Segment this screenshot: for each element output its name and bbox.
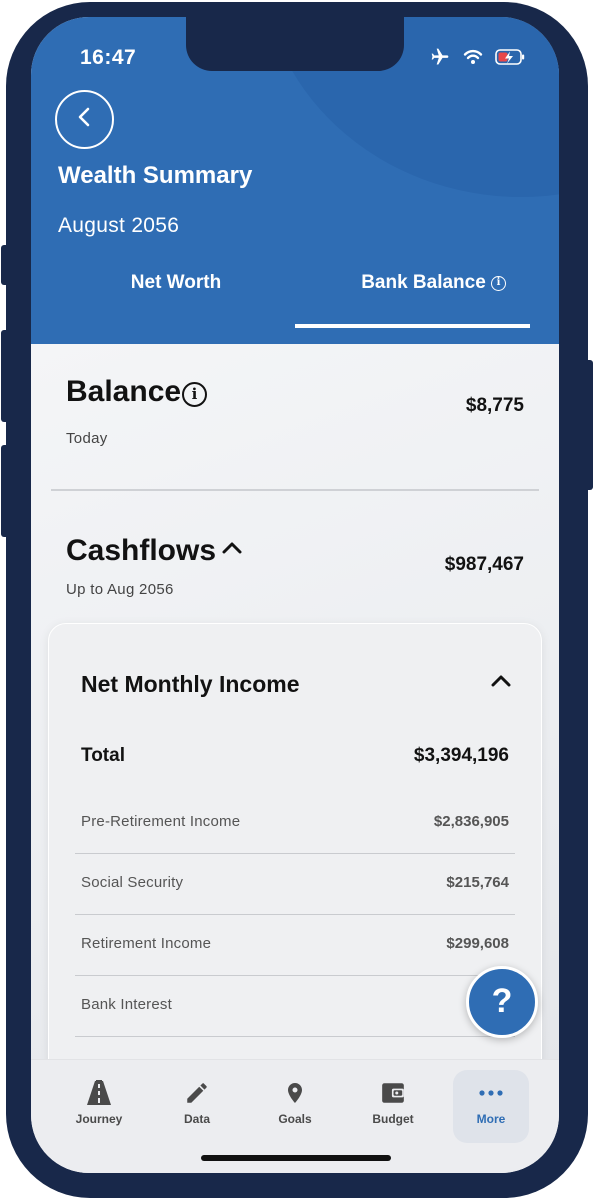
- volume-up-button: [1, 330, 9, 422]
- camera-notch: [186, 17, 404, 71]
- chevron-up-icon[interactable]: [489, 672, 513, 695]
- card-title: Net Monthly Income: [81, 671, 300, 697]
- pencil-icon: [159, 1078, 235, 1108]
- road-icon: [61, 1078, 137, 1108]
- info-icon[interactable]: i: [182, 382, 207, 407]
- volume-down-button: [1, 445, 9, 537]
- mute-switch: [1, 245, 9, 285]
- home-indicator[interactable]: [201, 1155, 391, 1161]
- airplane-icon: [429, 47, 451, 67]
- row-label: Bank Interest: [81, 996, 172, 1013]
- list-item: Bank Interest $4: [75, 976, 515, 1037]
- nav-label: Budget: [372, 1112, 414, 1126]
- battery-charging-icon: [495, 49, 525, 65]
- more-dots-icon: [453, 1078, 529, 1108]
- total-label: Total: [81, 745, 125, 766]
- nav-label: Journey: [75, 1112, 123, 1126]
- net-monthly-income-card: Net Monthly Income Total $3,394,196 Pre-…: [48, 623, 542, 1123]
- nav-journey[interactable]: Journey: [61, 1078, 137, 1126]
- wifi-icon: [463, 49, 483, 65]
- status-time: 16:47: [80, 46, 137, 69]
- map-pin-icon: [257, 1078, 333, 1108]
- balance-subtitle: Today: [66, 430, 108, 447]
- list-item: Pre-Retirement Income $2,836,905: [75, 793, 515, 854]
- row-label: Pre-Retirement Income: [81, 813, 241, 830]
- page-subtitle: August 2056: [58, 214, 180, 237]
- back-button[interactable]: [55, 90, 114, 149]
- cashflows-value: $987,467: [444, 554, 524, 575]
- balance-value: $8,775: [465, 395, 524, 416]
- nav-data[interactable]: Data: [159, 1078, 235, 1126]
- row-value: $215,764: [446, 874, 509, 891]
- nav-goals[interactable]: Goals: [257, 1078, 333, 1126]
- help-button[interactable]: ?: [466, 966, 538, 1038]
- chevron-left-icon: [75, 105, 95, 134]
- balance-title: Balance: [66, 375, 182, 408]
- screen: 16:47 Wealth Summary August 2056 Net Wor…: [31, 17, 559, 1173]
- status-icons: [429, 47, 525, 67]
- nav-label: More: [476, 1112, 506, 1126]
- nav-budget[interactable]: Budget: [355, 1078, 431, 1126]
- list-item: Retirement Income $299,608: [75, 915, 515, 976]
- active-tab-indicator: [295, 324, 530, 328]
- power-button: [585, 360, 593, 490]
- row-label: Retirement Income: [81, 935, 212, 952]
- nav-more[interactable]: More: [453, 1078, 529, 1126]
- total-value: $3,394,196: [413, 745, 509, 766]
- chevron-up-icon: [220, 539, 244, 562]
- divider: [51, 489, 539, 491]
- row-label: Social Security: [81, 874, 184, 891]
- tab-bank-balance[interactable]: Bank Balance: [331, 272, 516, 294]
- row-value: $299,608: [446, 935, 509, 952]
- nav-label: Goals: [278, 1112, 312, 1126]
- cashflows-title: Cashflows: [66, 534, 217, 567]
- info-icon[interactable]: i: [491, 276, 506, 291]
- row-value: $2,836,905: [433, 813, 509, 830]
- page-title: Wealth Summary: [58, 162, 253, 189]
- list-item: Social Security $215,764: [75, 854, 515, 915]
- tab-net-worth[interactable]: Net Worth: [76, 272, 276, 294]
- nav-label: Data: [183, 1112, 210, 1126]
- cashflows-subtitle: Up to Aug 2056: [66, 581, 174, 598]
- wallet-icon: [355, 1078, 431, 1108]
